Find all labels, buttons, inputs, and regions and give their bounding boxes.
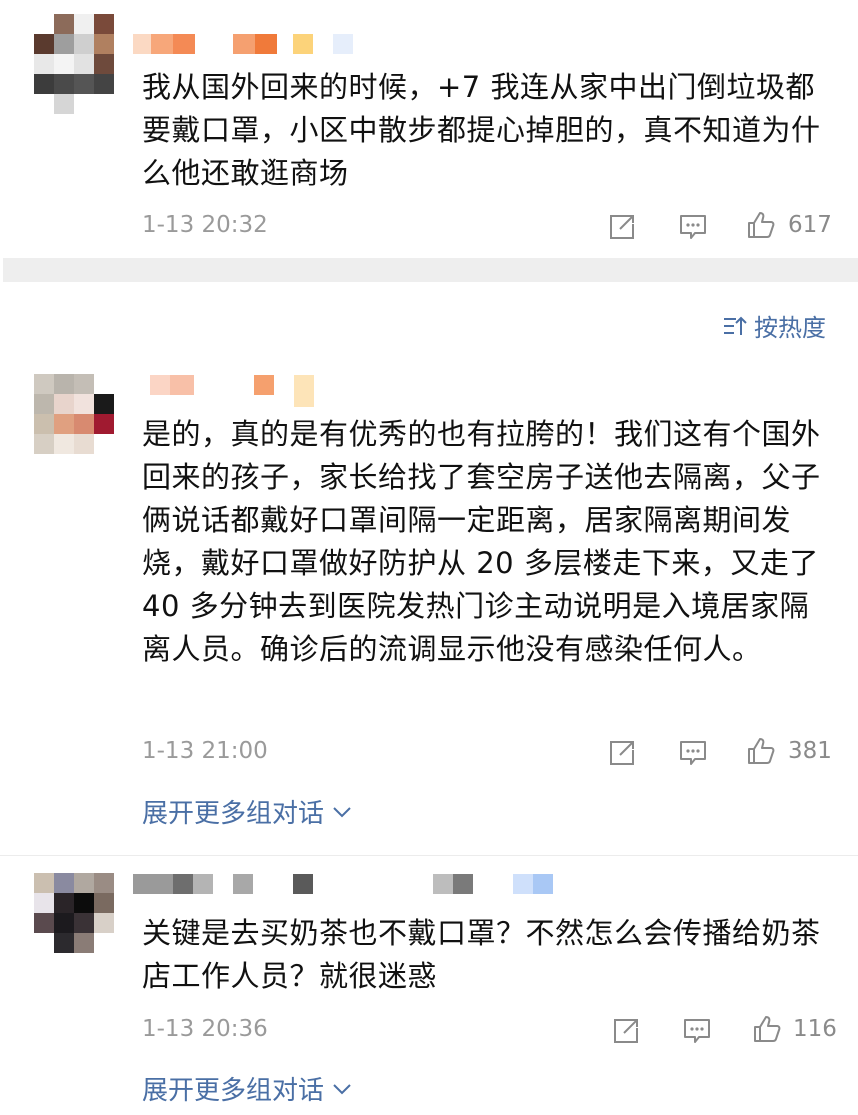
comment-text: 我从国外回来的时候，+7 我连从家中出门倒垃圾都要戴口罩，小区中散步都提心掉胆的… [142,70,821,190]
comment-divider [0,855,858,856]
sort-label: 按热度 [754,314,826,342]
share-icon[interactable] [606,211,638,243]
comment-text: 是的，真的是有优秀的也有拉胯的！我们这有个国外回来的孩子，家长给找了套空房子送他… [142,417,821,666]
comment-icon[interactable] [681,1015,713,1047]
expand-conversation-link[interactable]: 展开更多组对话 [142,1070,352,1107]
like-count: 617 [788,212,832,238]
comment-time: 1-13 21:00 [142,738,268,764]
sort-button[interactable]: 按热度 [722,308,826,343]
chevron-down-icon [333,806,351,817]
sort-icon [724,316,747,335]
like-count: 381 [788,738,832,764]
thumbs-up-icon[interactable] [745,209,777,241]
comment-time: 1-13 20:36 [142,1016,268,1042]
thumbs-up-icon[interactable] [751,1013,783,1045]
avatar[interactable] [34,14,114,114]
share-icon[interactable] [606,737,638,769]
like-count: 116 [793,1016,837,1042]
comment-icon[interactable] [677,211,709,243]
chevron-down-icon [333,1083,351,1094]
share-icon[interactable] [610,1015,642,1047]
expand-label: 展开更多组对话 [142,799,325,829]
comment-time: 1-13 20:32 [142,212,268,238]
expand-conversation-link[interactable]: 展开更多组对话 [142,793,352,830]
expand-label: 展开更多组对话 [142,1076,325,1106]
avatar[interactable] [34,873,114,953]
avatar[interactable] [34,374,114,454]
section-divider [3,258,858,282]
thumbs-up-icon[interactable] [745,735,777,767]
comment-text: 关键是去买奶茶也不戴口罩？不然怎么会传播给奶茶店工作人员？就很迷惑 [142,916,821,993]
comment-icon[interactable] [677,737,709,769]
